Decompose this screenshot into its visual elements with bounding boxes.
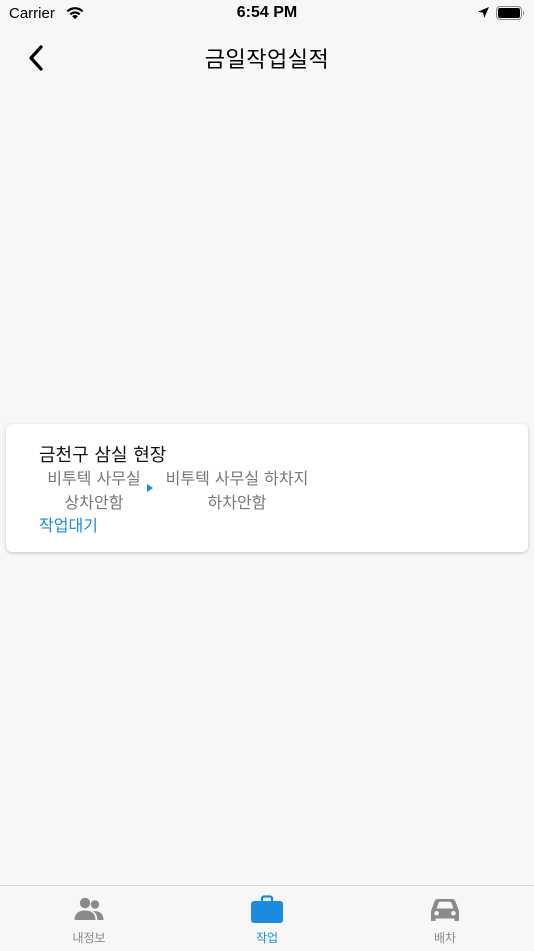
destination-name: 비투텍 사무실 하차지 bbox=[165, 469, 309, 488]
route-destination: 비투텍 사무실 하차지 하차안함 bbox=[161, 467, 313, 515]
site-name: 금천구 삼실 현장 bbox=[39, 445, 167, 466]
tab-label: 내정보 bbox=[72, 931, 106, 945]
navigation-bar: 금일작업실적 bbox=[0, 28, 534, 88]
car-icon bbox=[431, 899, 459, 921]
destination-unloading-status: 하차안함 bbox=[207, 493, 267, 512]
status-bar: Carrier 6:54 PM bbox=[0, 0, 534, 28]
page-title: 금일작업실적 bbox=[204, 48, 330, 73]
work-card[interactable]: 금천구 삼실 현장 비투텍 사무실 상차안함 비투텍 사무실 하차지 하차안함 … bbox=[6, 424, 528, 552]
tab-work[interactable]: 작업 bbox=[178, 886, 356, 951]
tab-label: 작업 bbox=[255, 931, 279, 945]
route-origin: 비투텍 사무실 상차안함 bbox=[39, 467, 149, 515]
battery-icon bbox=[496, 6, 525, 20]
location-arrow-icon bbox=[478, 7, 489, 18]
origin-name: 비투텍 사무실 bbox=[47, 469, 141, 488]
briefcase-icon bbox=[251, 895, 283, 923]
tab-dispatch[interactable]: 배차 bbox=[356, 886, 534, 951]
tab-label: 배차 bbox=[433, 931, 457, 945]
people-icon bbox=[74, 897, 104, 920]
tab-my-info[interactable]: 내정보 bbox=[0, 886, 178, 951]
work-status: 작업대기 bbox=[39, 516, 98, 535]
tab-bar: 내정보 작업 배차 bbox=[0, 885, 534, 951]
status-time: 6:54 PM bbox=[236, 4, 298, 21]
route-arrow-icon bbox=[147, 484, 153, 492]
